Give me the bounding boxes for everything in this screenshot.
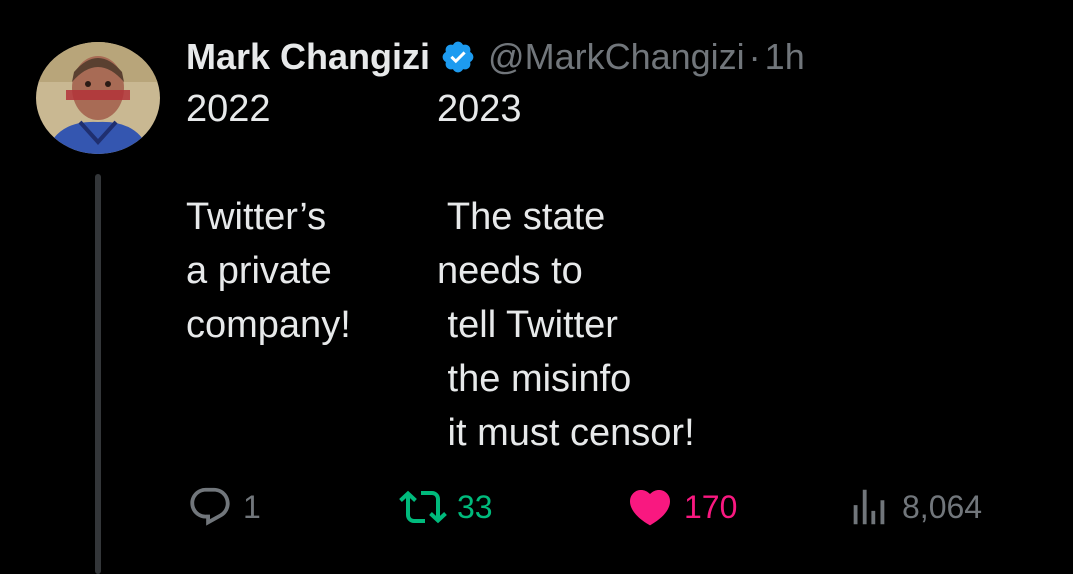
tweet-header: Mark Changizi @MarkChangizi · 1h [186, 32, 805, 82]
views-count: 8,064 [902, 488, 983, 525]
action-bar: 1 33 170 8,064 [0, 482, 1073, 532]
author-name[interactable]: Mark Changizi [186, 36, 430, 78]
views-button[interactable]: 8,064 [846, 482, 982, 532]
retweet-count: 33 [457, 488, 493, 525]
reply-bubble-icon [187, 484, 233, 530]
like-count: 170 [684, 488, 738, 525]
separator-dot: · [748, 36, 761, 77]
reply-button[interactable]: 1 [187, 482, 261, 532]
avatar[interactable] [36, 42, 160, 154]
tweet-text-right-column: 2023 The state needs to tell Twitter the… [437, 88, 695, 454]
verified-badge-icon [440, 39, 476, 75]
views-bar-chart-icon [846, 484, 892, 530]
retweet-icon [399, 483, 447, 531]
timestamp[interactable]: 1h [765, 36, 805, 78]
reply-count: 1 [243, 488, 261, 525]
tweet-text-left-column: 2022 Twitter’s a private company! [186, 88, 351, 346]
heart-icon [626, 483, 674, 531]
retweet-button[interactable]: 33 [399, 482, 493, 532]
author-handle[interactable]: @MarkChangizi [488, 36, 745, 78]
avatar-image [36, 42, 160, 154]
like-button[interactable]: 170 [626, 482, 737, 532]
